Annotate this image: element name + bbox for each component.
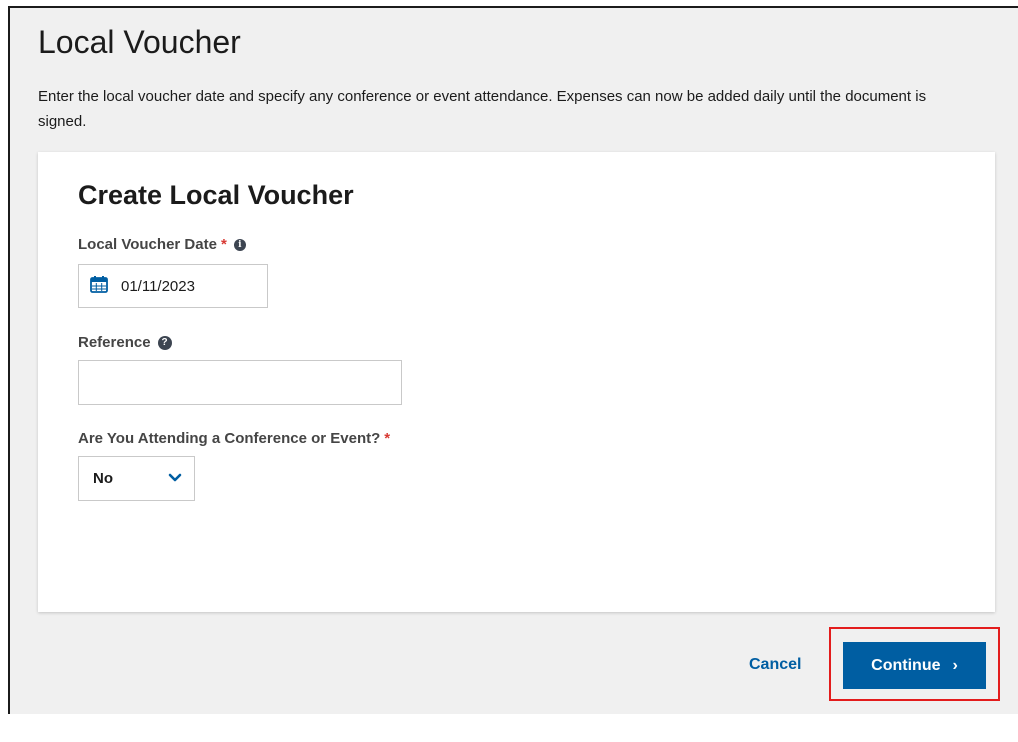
chevron-down-icon <box>168 470 182 488</box>
date-label-text: Local Voucher Date <box>78 236 217 253</box>
continue-button[interactable]: Continue › <box>843 642 986 689</box>
conference-select-value: No <box>93 470 113 487</box>
required-marker: * <box>384 430 391 447</box>
required-marker: * <box>220 236 227 253</box>
date-field[interactable]: 01/11/2023 <box>78 264 268 308</box>
date-label: Local Voucher Date * i <box>78 236 246 253</box>
conference-label: Are You Attending a Conference or Event?… <box>78 430 390 447</box>
voucher-form-card: Create Local Voucher Local Voucher Date … <box>38 152 995 612</box>
cancel-button[interactable]: Cancel <box>749 656 801 674</box>
calendar-icon[interactable] <box>89 274 109 299</box>
info-icon[interactable]: i <box>233 238 246 251</box>
reference-input[interactable] <box>78 360 402 405</box>
form-title: Create Local Voucher <box>78 180 354 210</box>
date-value: 01/11/2023 <box>121 277 195 295</box>
page-title: Local Voucher <box>38 24 241 60</box>
reference-label-text: Reference <box>78 334 151 351</box>
reference-label: Reference ? <box>78 334 172 351</box>
conference-label-text: Are You Attending a Conference or Event? <box>78 430 381 447</box>
conference-select[interactable]: No <box>78 456 195 501</box>
chevron-right-icon: › <box>952 656 958 674</box>
help-icon[interactable]: ? <box>157 335 172 350</box>
continue-label: Continue <box>871 656 941 674</box>
page-description: Enter the local voucher date and specify… <box>38 88 927 130</box>
